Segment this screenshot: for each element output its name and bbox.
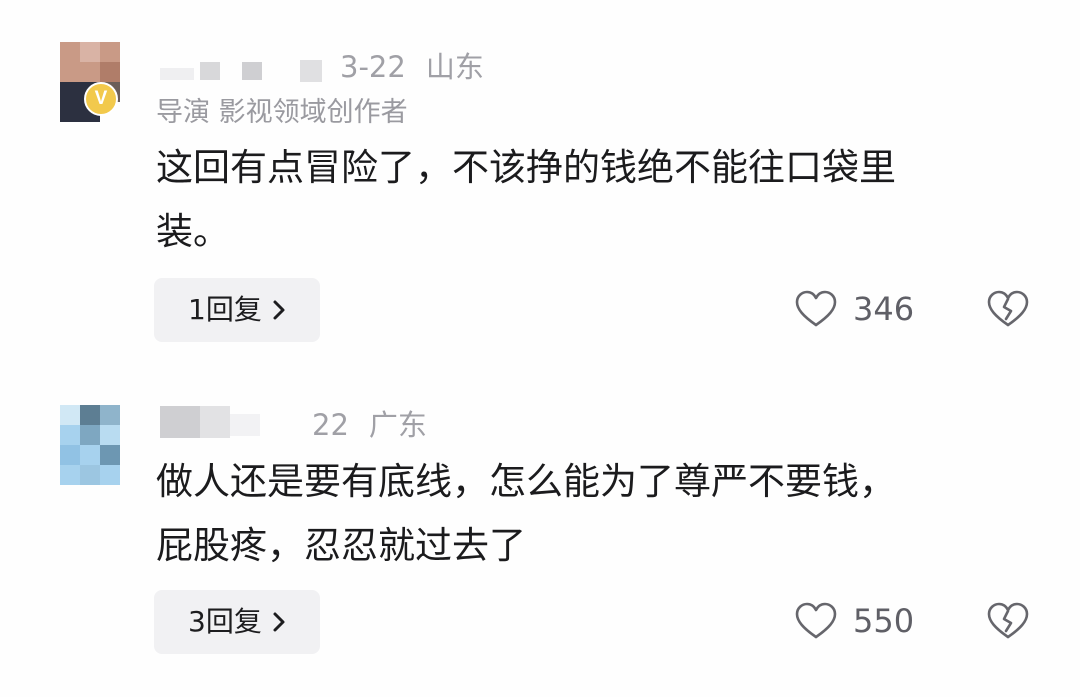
avatar[interactable]: V bbox=[60, 42, 120, 122]
replies-count-label: 3回复 bbox=[188, 605, 262, 638]
broken-heart-icon[interactable] bbox=[986, 602, 1030, 640]
comment-meta: 3-22 山东 bbox=[340, 44, 504, 86]
broken-heart-icon[interactable] bbox=[986, 290, 1030, 328]
comment-meta: 22 广东 bbox=[312, 402, 447, 444]
like-button[interactable]: 346 bbox=[795, 290, 914, 328]
comment-location: 山东 bbox=[425, 50, 484, 84]
comment-list: V 3-22 山东 导演 影视领域创作者 这回有点冒险了，不该挣的钱绝不能往口袋里… bbox=[0, 0, 1080, 697]
verified-v-icon: V bbox=[84, 82, 118, 116]
comment-location: 广东 bbox=[368, 408, 427, 442]
view-replies-button[interactable]: 3回复 bbox=[154, 590, 320, 654]
like-count: 550 bbox=[853, 602, 915, 640]
author-role: 导演 影视领域创作者 bbox=[156, 97, 408, 128]
like-count: 346 bbox=[853, 290, 915, 328]
comment-date: 3-22 bbox=[340, 50, 406, 84]
username-mosaic[interactable] bbox=[160, 406, 300, 440]
chevron-right-icon bbox=[273, 612, 285, 632]
like-button[interactable]: 550 bbox=[795, 602, 914, 640]
comment-text: 做人还是要有底线，怎么能为了尊严不要钱， 屁股疼，忍忍就过去了 bbox=[156, 460, 896, 567]
comment-date: 22 bbox=[312, 408, 349, 442]
chevron-right-icon bbox=[273, 300, 285, 320]
view-replies-button[interactable]: 1回复 bbox=[154, 278, 320, 342]
username-mosaic[interactable] bbox=[160, 60, 330, 82]
comment-item: 22 广东 做人还是要有底线，怎么能为了尊严不要钱， 屁股疼，忍忍就过去了 3回复… bbox=[0, 380, 1080, 697]
comment-item: V 3-22 山东 导演 影视领域创作者 这回有点冒险了，不该挣的钱绝不能往口袋里… bbox=[0, 0, 1080, 380]
replies-count-label: 1回复 bbox=[188, 293, 262, 326]
heart-outline-icon bbox=[795, 290, 837, 327]
heart-outline-icon bbox=[795, 602, 837, 639]
avatar[interactable] bbox=[60, 405, 120, 485]
comment-text: 这回有点冒险了，不该挣的钱绝不能往口袋里 装。 bbox=[156, 146, 896, 253]
